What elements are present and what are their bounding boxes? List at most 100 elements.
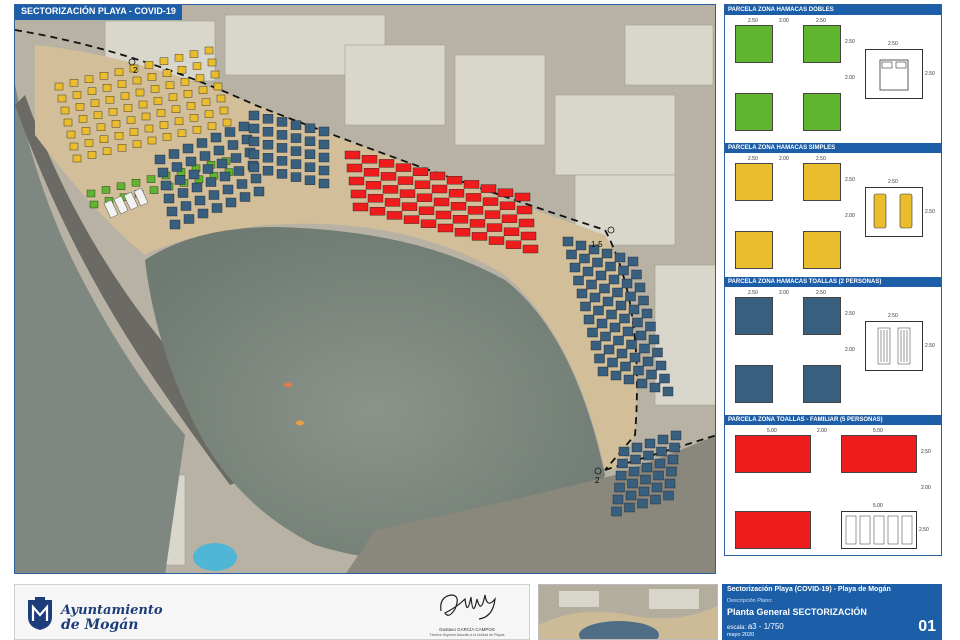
- beach-plot: [114, 68, 124, 76]
- dimension-side: 2.50: [845, 39, 855, 45]
- beach-plot: [195, 74, 205, 82]
- beach-plot: [361, 154, 378, 164]
- beach-plot: [141, 112, 151, 121]
- beach-plot: [154, 154, 166, 165]
- beach-plot: [622, 326, 634, 337]
- beach-plot: [174, 175, 186, 185]
- beach-plot: [429, 171, 446, 181]
- dimension-gap: 2.00: [817, 428, 827, 434]
- beach-plot: [182, 143, 194, 154]
- beach-plot: [469, 219, 486, 228]
- dimension-gap: 2.00: [779, 290, 789, 296]
- beach-plot: [318, 139, 330, 150]
- beach-plot: [599, 283, 610, 294]
- boat: [284, 382, 292, 388]
- beach-plot: [486, 223, 503, 232]
- coat-of-arms-icon: [28, 597, 52, 630]
- beach-plot: [597, 366, 609, 377]
- beach-plot: [482, 197, 499, 206]
- beach-plot: [123, 104, 133, 112]
- beach-plot: [617, 458, 628, 469]
- beach-plot: [606, 309, 617, 320]
- beach-plot: [318, 152, 330, 163]
- boat: [296, 420, 304, 426]
- beach-plot: [135, 88, 145, 97]
- beach-plot: [75, 103, 85, 111]
- dimension-top-left: 2.50: [748, 156, 758, 162]
- beach-plot: [669, 442, 680, 453]
- legend-parcel-swatch: [803, 93, 841, 131]
- beach-plot: [211, 203, 223, 213]
- beach-plot: [625, 490, 637, 501]
- beach-plot: [250, 173, 262, 184]
- legend-parcel-swatch: [735, 163, 773, 201]
- beach-plot: [365, 180, 382, 190]
- dimension-side: 2.50: [845, 177, 855, 183]
- beach-plot: [192, 125, 202, 134]
- beach-plot: [162, 133, 172, 141]
- beach-plot: [262, 165, 274, 176]
- beach-plot: [465, 193, 482, 202]
- beach-plot: [600, 331, 611, 342]
- beach-plot: [290, 172, 302, 182]
- beach-plot: [114, 131, 124, 140]
- beach-plot: [514, 192, 531, 202]
- dimension-gap: 2.00: [779, 156, 789, 162]
- beach-plot: [96, 123, 106, 132]
- beach-plot: [610, 370, 622, 381]
- beach-plot: [117, 143, 127, 152]
- legend-parcel-swatch: [735, 231, 773, 269]
- beach-plot: [590, 340, 602, 351]
- beach-plot: [420, 219, 437, 229]
- beach-plot: [643, 450, 654, 461]
- beach-plot: [446, 175, 463, 185]
- beach-plot: [90, 99, 100, 108]
- beach-plot: [105, 95, 115, 104]
- beach-plot: [431, 184, 448, 194]
- beach-plot: [171, 105, 181, 114]
- beach-plot: [627, 478, 638, 489]
- beach-plot: [582, 266, 594, 277]
- beach-plot: [69, 79, 79, 87]
- beach-plot: [66, 130, 76, 139]
- beach-plot: [593, 305, 604, 316]
- legend-parcel-swatch: [735, 435, 811, 473]
- beach-plot: [631, 269, 642, 280]
- beach-plot: [448, 188, 465, 198]
- beach-plot: [666, 466, 677, 477]
- beach-plot: [146, 175, 156, 183]
- beach-plot: [304, 149, 316, 160]
- beach-plot: [618, 265, 629, 276]
- beach-plot: [213, 145, 225, 156]
- beach-plot: [192, 62, 202, 70]
- signature: [440, 594, 496, 620]
- beach-plot: [616, 348, 628, 359]
- plan-name: Planta General SECTORIZACIÓN: [727, 607, 867, 617]
- beach-plot: [318, 126, 330, 137]
- beach-plot: [352, 202, 369, 212]
- beach-plot: [183, 89, 193, 98]
- beach-plot: [516, 205, 533, 215]
- beach-plot: [171, 162, 183, 172]
- beach-plot: [626, 339, 637, 350]
- beach-plot: [93, 111, 103, 120]
- beach-plot: [615, 300, 627, 311]
- beach-plot: [344, 150, 361, 160]
- beach-plot: [204, 110, 214, 118]
- beach-plot: [624, 502, 635, 513]
- beach-plot: [629, 352, 641, 363]
- beach-plot: [651, 482, 663, 493]
- beach-plot: [276, 169, 288, 179]
- detail-height: 2.50: [925, 71, 935, 77]
- beach-plot: [395, 163, 412, 172]
- beach-plot: [667, 454, 679, 465]
- dimension-middle: 2.00: [845, 347, 855, 353]
- beach-plot: [157, 167, 169, 178]
- beach-plot: [412, 167, 429, 177]
- legend-parcel-swatch: [841, 435, 917, 473]
- beach-plot: [230, 153, 242, 163]
- beach-plot: [596, 318, 608, 329]
- beach-plot: [111, 119, 121, 128]
- beach-plot: [348, 176, 365, 186]
- beach-plot: [569, 262, 581, 273]
